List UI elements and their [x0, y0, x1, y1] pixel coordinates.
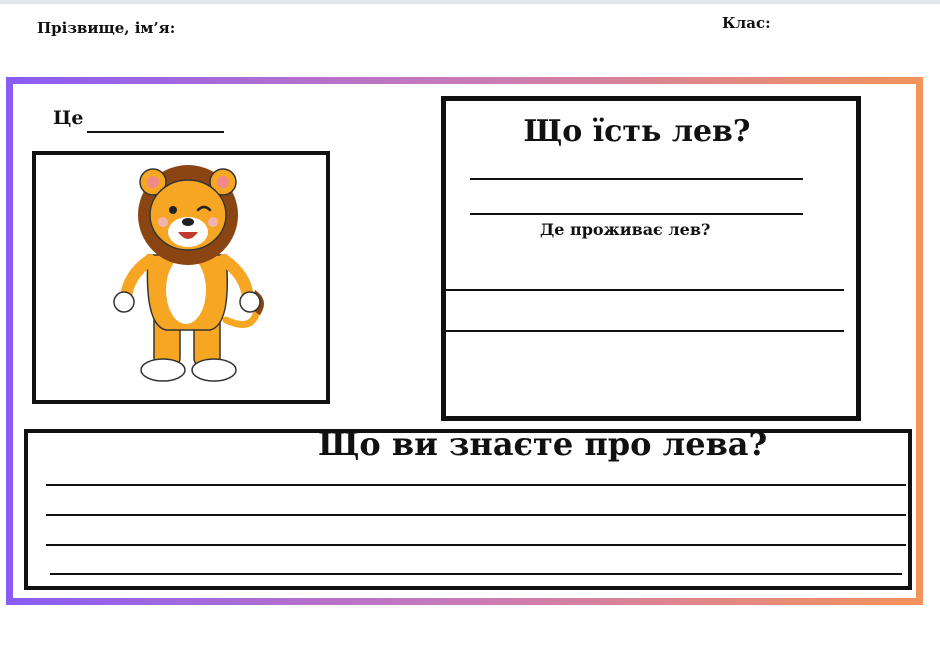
answer-line-4[interactable] [446, 330, 844, 332]
ce-answer-line[interactable] [87, 131, 224, 133]
question-what-know: Що ви знаєте про лева? [318, 425, 768, 463]
answer-line-8[interactable] [50, 573, 902, 575]
answer-line-5[interactable] [46, 484, 906, 486]
answer-line-2[interactable] [470, 213, 803, 215]
answer-line-7[interactable] [46, 544, 906, 546]
answer-line-3[interactable] [446, 289, 844, 291]
top-ruler [0, 0, 940, 4]
class-label: Клас: [722, 14, 771, 32]
question-what-eats: Що їсть лев? [523, 114, 751, 149]
question-where-lives: Де проживає лев? [540, 220, 711, 239]
answer-line-1[interactable] [470, 178, 803, 180]
name-label: Прізвище, ім’я: [37, 19, 176, 37]
answer-line-6[interactable] [46, 514, 906, 516]
lion-illustration [113, 165, 264, 382]
ce-label: Це [53, 107, 84, 129]
